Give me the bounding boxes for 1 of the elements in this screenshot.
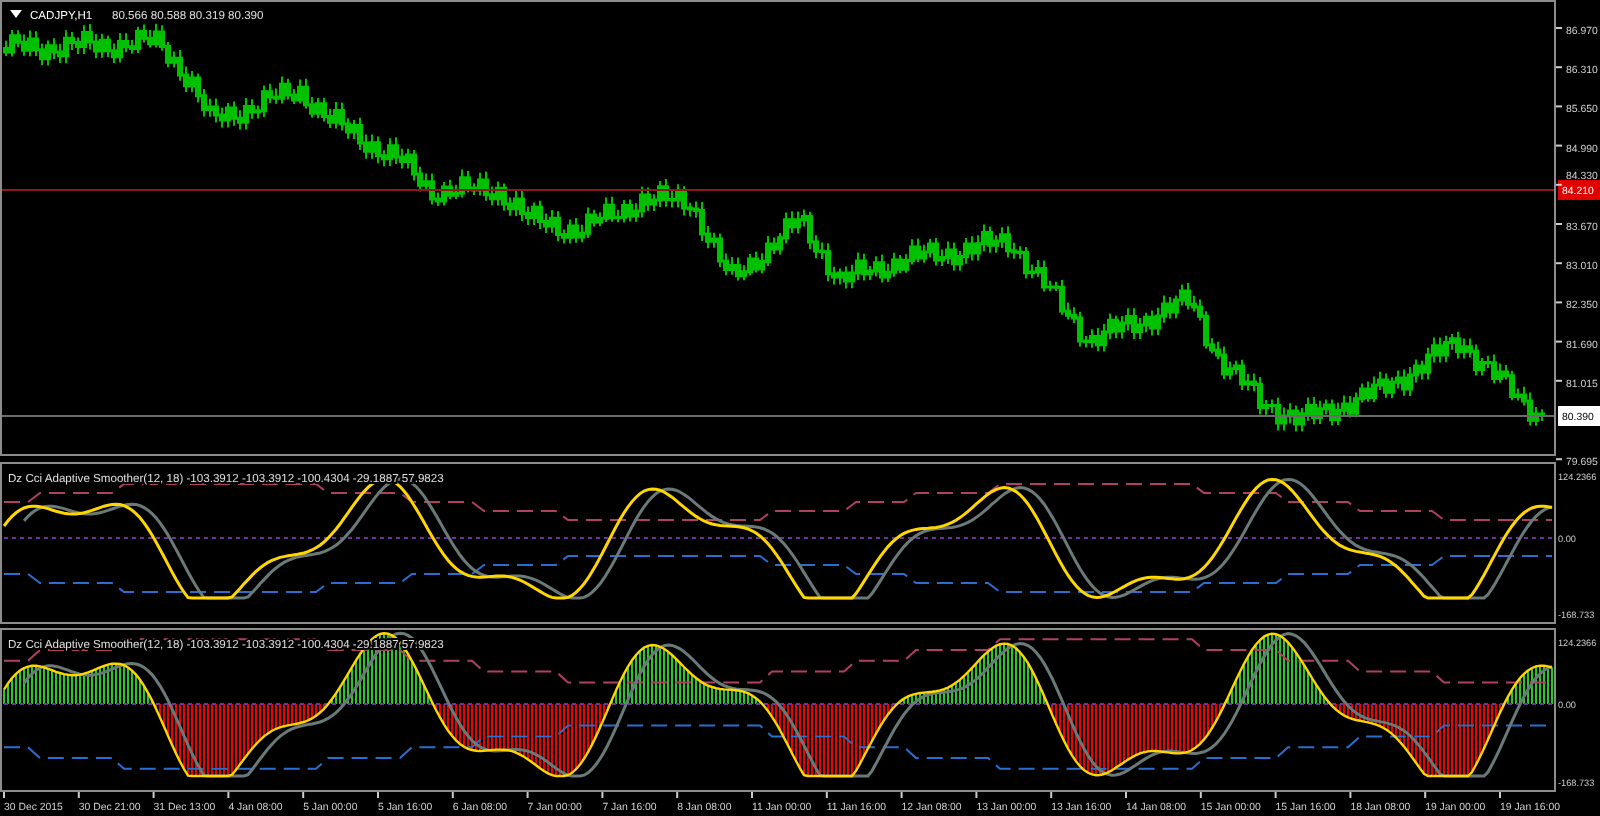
dropdown-icon[interactable] [10, 10, 22, 18]
